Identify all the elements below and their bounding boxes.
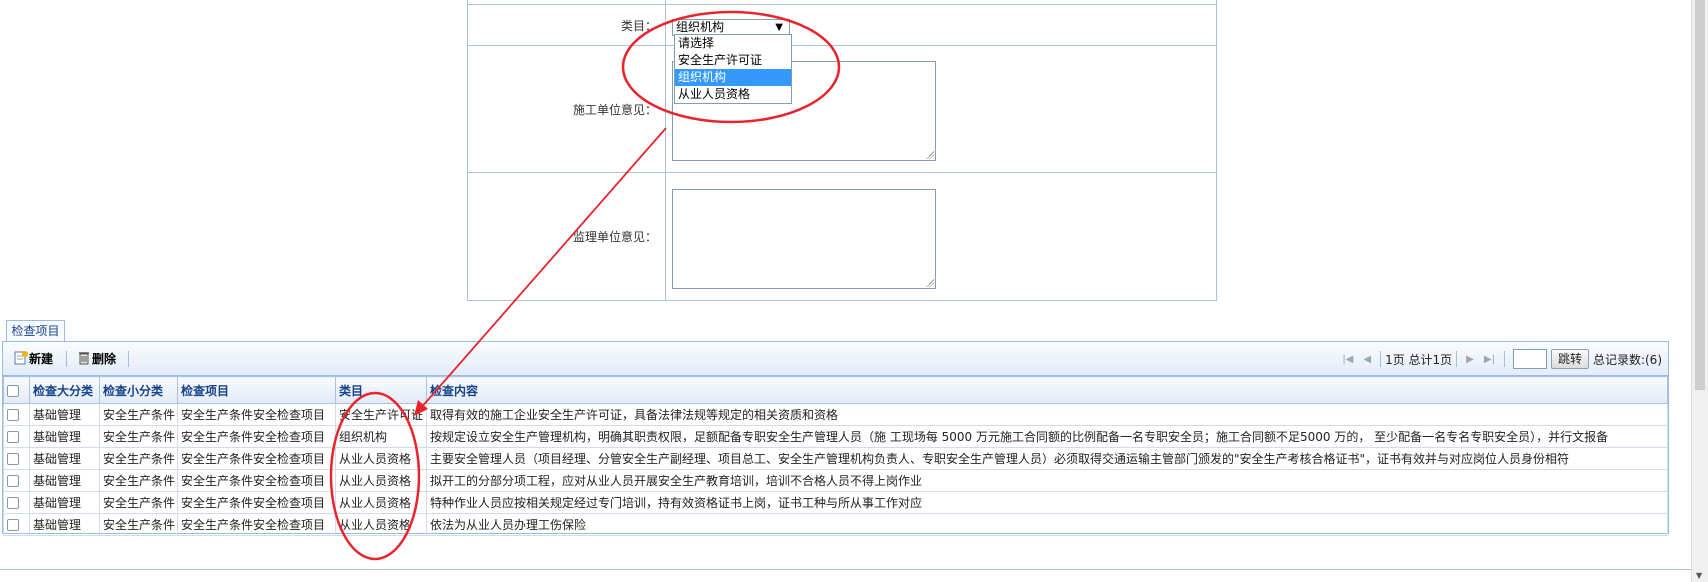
vertical-scrollbar[interactable]: ▼ [1691,0,1708,582]
row-checkbox[interactable] [7,409,19,421]
row-checkbox-cell[interactable] [3,403,30,426]
supervisor-opinion-label: 监理单位意见： [467,172,666,301]
table-cell: 按规定设立安全生产管理机构，明确其职责权限，足额配备专职安全生产管理人员（施 工… [426,425,1668,448]
new-button[interactable]: 新建 [13,350,53,368]
resize-grip-icon[interactable] [926,278,934,287]
table-cell: 安全生产许可证 [335,403,427,426]
trash-icon [79,352,89,365]
delete-button[interactable]: 删除 [76,350,116,368]
column-header[interactable]: 检查项目 [177,376,336,404]
table-cell: 安全生产条件 [99,469,178,492]
table-cell: 基础管理 [29,403,100,426]
table-row[interactable]: 基础管理 安全生产条件 安全生产条件安全检查项目 从业人员资格 拟开工的分部分项… [3,469,1668,492]
table-cell: 取得有效的施工企业安全生产许可证，具备法律法规等规定的相关资质和资格 [426,403,1668,426]
table-cell: 安全生产条件安全检查项目 [177,491,336,514]
category-dropdown-list: 请选择 安全生产许可证 组织机构 从业人员资格 [674,34,792,104]
column-header[interactable]: 类目 [335,376,427,404]
table-cell: 基础管理 [29,513,100,536]
dropdown-arrow-icon[interactable]: ▼ [775,20,783,35]
row-checkbox-cell[interactable] [3,491,30,514]
table-row[interactable]: 基础管理 安全生产条件 安全生产条件安全检查项目 从业人员资格 特种作业人员应按… [3,491,1668,514]
pager: |◀ ◀ 1页 总计1页 ▶ ▶| 跳转 总记录数:(6) [1337,349,1662,369]
page-info: 1页 总计1页 [1385,352,1453,367]
row-checkbox[interactable] [7,431,19,443]
toolbar-separator [128,351,129,367]
table-cell: 主要安全管理人员（项目经理、分管安全生产副经理、项目总工、安全生产管理机构负责人… [426,447,1668,470]
scrollbar-thumb[interactable] [1695,0,1705,390]
pager-separator [1503,351,1505,367]
dropdown-option[interactable]: 请选择 [675,35,791,52]
column-header[interactable]: 检查大分类 [29,376,100,404]
table-cell: 从业人员资格 [335,469,427,492]
total-records: 总记录数:(6) [1592,352,1662,367]
row-checkbox[interactable] [7,475,19,487]
contractor-opinion-label: 施工单位意见： [467,45,666,173]
table-cell: 安全生产条件安全检查项目 [177,447,336,470]
table-cell: 从业人员资格 [335,447,427,470]
grid-header-row: 检查大分类 检查小分类 检查项目 类目 检查内容 [3,376,1668,404]
grid-toolbar: 新建 删除 |◀ ◀ 1页 总计1页 ▶ ▶| 跳转 总记录数:(6) [3,342,1668,376]
table-cell: 基础管理 [29,447,100,470]
dropdown-option[interactable]: 从业人员资格 [675,86,791,103]
table-cell: 组织机构 [335,425,427,448]
table-cell: 安全生产条件安全检查项目 [177,513,336,536]
table-row[interactable]: 基础管理 安全生产条件 安全生产条件安全检查项目 从业人员资格 主要安全管理人员… [3,447,1668,470]
row-checkbox[interactable] [7,519,19,531]
table-cell: 基础管理 [29,469,100,492]
page-bottom-divider [0,569,1691,570]
goto-page-input[interactable] [1512,349,1547,369]
prev-page-icon[interactable]: ◀ [1363,354,1371,365]
table-cell: 基础管理 [29,491,100,514]
column-header[interactable]: 检查小分类 [99,376,178,404]
category-label: 类目： [467,4,666,46]
table-cell: 特种作业人员应按相关规定经过专门培训，持有效资格证书上岗，证书工种与所从事工作对… [426,491,1668,514]
select-all-checkbox-cell[interactable] [3,376,30,404]
table-cell: 安全生产条件安全检查项目 [177,403,336,426]
delete-button-label: 删除 [92,352,117,366]
table-cell: 安全生产条件 [99,447,178,470]
table-row[interactable]: 基础管理 安全生产条件 安全生产条件安全检查项目 组织机构 按规定设立安全生产管… [3,425,1668,448]
select-all-checkbox[interactable] [7,384,19,397]
inspection-form: 类目： 组织机构 ▼ 施工单位意见： 监理单位意见： [467,0,1217,301]
new-doc-icon [14,351,28,365]
supervisor-opinion-textarea[interactable] [672,188,936,289]
row-checkbox[interactable] [7,497,19,509]
column-header[interactable]: 检查内容 [426,376,1668,404]
inspection-items-grid: 检查大分类 检查小分类 检查项目 类目 检查内容 基础管理 安全生产条件 安全生… [3,376,1668,536]
table-cell: 安全生产条件安全检查项目 [177,425,336,448]
next-page-icon[interactable]: ▶ [1466,354,1474,365]
goto-button[interactable]: 跳转 [1550,349,1589,369]
pager-separator [1380,351,1382,367]
category-select-value: 组织机构 [676,20,725,34]
row-checkbox-cell[interactable] [3,425,30,448]
table-cell: 安全生产条件安全检查项目 [177,469,336,492]
table-cell: 从业人员资格 [335,491,427,514]
scroll-down-arrow-icon[interactable]: ▼ [1696,571,1702,580]
row-checkbox[interactable] [7,453,19,465]
supervisor-opinion-cell [665,172,1217,301]
table-cell: 依法为从业人员办理工伤保险 [426,513,1668,536]
toolbar-separator [66,351,67,367]
row-checkbox-cell[interactable] [3,447,30,470]
new-button-label: 新建 [29,352,54,366]
dropdown-option[interactable]: 安全生产许可证 [675,52,791,69]
pager-separator [1456,351,1458,367]
resize-grip-icon[interactable] [926,151,934,159]
table-cell: 拟开工的分部分项工程，应对从业人员开展安全生产教育培训，培训不合格人员不得上岗作… [426,469,1668,492]
table-cell: 基础管理 [29,425,100,448]
row-checkbox-cell[interactable] [3,469,30,492]
tab-inspection-items[interactable]: 检查项目 [6,320,65,341]
table-row[interactable]: 基础管理 安全生产条件 安全生产条件安全检查项目 安全生产许可证 取得有效的施工… [3,403,1668,426]
table-cell: 安全生产条件 [99,513,178,536]
first-page-icon[interactable]: |◀ [1342,354,1353,365]
inspection-items-panel: 新建 删除 |◀ ◀ 1页 总计1页 ▶ ▶| 跳转 总记录数:(6) 检查大分… [2,341,1669,536]
row-checkbox-cell[interactable] [3,513,30,536]
table-cell: 安全生产条件 [99,403,178,426]
last-page-icon[interactable]: ▶| [1484,354,1495,365]
table-row[interactable]: 基础管理 安全生产条件 安全生产条件安全检查项目 从业人员资格 依法为从业人员办… [3,513,1668,536]
table-cell: 安全生产条件 [99,425,178,448]
dropdown-option-selected[interactable]: 组织机构 [675,69,791,86]
table-cell: 从业人员资格 [335,513,427,536]
table-cell: 安全生产条件 [99,491,178,514]
